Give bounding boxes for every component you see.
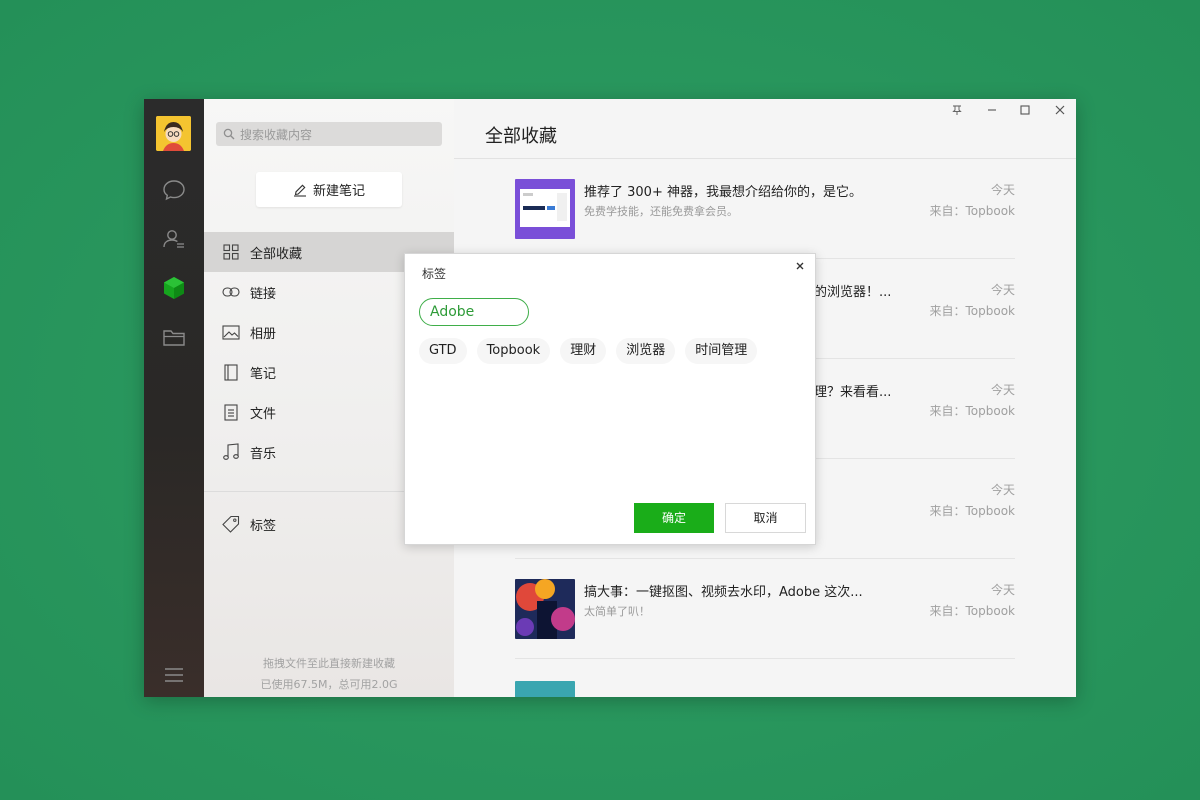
nav-item-label: 文件: [250, 406, 277, 422]
file-icon: [222, 403, 240, 421]
tag-icon: [222, 515, 240, 533]
new-note-label: 新建笔记: [312, 184, 365, 199]
item-source: 来自：Topbook: [929, 604, 1015, 618]
favorite-item[interactable]: 搞大事：一键抠图、视频去水印，Adobe 这次... 太简单了叭！ 今天 来自：…: [515, 559, 1015, 659]
nav-item-label: 相册: [250, 326, 277, 342]
notebook-icon: [222, 363, 240, 381]
search-input[interactable]: 搜索收藏内容: [216, 122, 442, 146]
minimize-icon[interactable]: [982, 104, 1002, 120]
image-icon: [222, 323, 240, 341]
music-icon: [222, 443, 240, 461]
tag-dialog: 标签 Adobe GTD Topbook 理财 浏览器 时间管理 确定 取消: [404, 253, 816, 545]
close-icon[interactable]: [794, 260, 806, 276]
item-source: 来自：Topbook: [929, 504, 1015, 518]
nav-item-label: 笔记: [250, 366, 277, 382]
item-title: 的浏览器！...: [814, 285, 892, 300]
storage-hint: 拖拽文件至此直接新建收藏: [263, 657, 395, 670]
maximize-icon[interactable]: [1015, 104, 1035, 120]
tag-chip[interactable]: 理财: [560, 338, 607, 364]
item-source: 来自：Topbook: [929, 304, 1015, 318]
storage-usage: 已使用67.5M，总可用2.0G: [260, 678, 398, 691]
contacts-icon[interactable]: [161, 226, 187, 252]
item-date: 今天: [990, 383, 1015, 397]
confirm-button[interactable]: 确定: [634, 503, 714, 533]
tag-chip[interactable]: 时间管理: [685, 338, 758, 364]
dialog-title: 标签: [422, 267, 447, 281]
favorite-item[interactable]: [515, 659, 1015, 697]
item-thumbnail: [515, 179, 575, 239]
item-title: 推荐了 300+ 神器，我最想介绍给你的，是它。: [584, 185, 862, 200]
item-date: 今天: [990, 183, 1015, 197]
close-icon[interactable]: [1050, 104, 1070, 120]
favorites-cube-icon[interactable]: [161, 275, 187, 301]
new-note-button[interactable]: 新建笔记: [256, 172, 402, 207]
item-source: 来自：Topbook: [929, 404, 1015, 418]
nav-item-label: 链接: [250, 286, 277, 302]
tag-chip[interactable]: GTD: [419, 338, 467, 364]
app-window: 搜索收藏内容 新建笔记 全部收藏 链接 相册 笔记 文件 音乐 标签 拖拽文件至…: [144, 99, 1076, 697]
grid-icon: [222, 243, 240, 261]
page-title: 全部收藏: [485, 126, 557, 147]
item-date: 今天: [990, 583, 1015, 597]
nav-item-label: 全部收藏: [250, 246, 303, 262]
tag-input[interactable]: Adobe: [419, 298, 529, 326]
avatar[interactable]: [156, 116, 191, 151]
pin-icon[interactable]: [947, 104, 967, 120]
nav-item-label: 音乐: [250, 446, 277, 462]
cancel-button[interactable]: 取消: [725, 503, 806, 533]
existing-tags: GTD Topbook 理财 浏览器 时间管理: [419, 338, 758, 364]
item-source: 来自：Topbook: [929, 204, 1015, 218]
item-title: 搞大事：一键抠图、视频去水印，Adobe 这次...: [584, 585, 863, 600]
chat-icon[interactable]: [161, 177, 187, 203]
menu-icon[interactable]: [163, 667, 185, 683]
item-date: 今天: [990, 283, 1015, 297]
pencil-icon: [293, 184, 306, 197]
left-rail: [144, 99, 204, 697]
link-icon: [222, 283, 240, 301]
folder-icon[interactable]: [161, 324, 187, 350]
item-thumbnail: [515, 579, 575, 639]
search-icon: [223, 128, 235, 140]
item-date: 今天: [990, 483, 1015, 497]
item-subtitle: 免费学技能，还能免费拿会员。: [584, 205, 738, 218]
item-title: 理？来看看...: [814, 385, 892, 400]
tag-chip[interactable]: 浏览器: [616, 338, 676, 364]
search-placeholder: 搜索收藏内容: [240, 128, 313, 142]
item-thumbnail: [515, 681, 575, 697]
item-subtitle: 太简单了叭！: [584, 605, 650, 618]
tag-chip[interactable]: Topbook: [476, 338, 551, 364]
favorite-item[interactable]: 推荐了 300+ 神器，我最想介绍给你的，是它。 免费学技能，还能免费拿会员。 …: [515, 159, 1015, 259]
nav-item-label: 标签: [250, 518, 277, 534]
